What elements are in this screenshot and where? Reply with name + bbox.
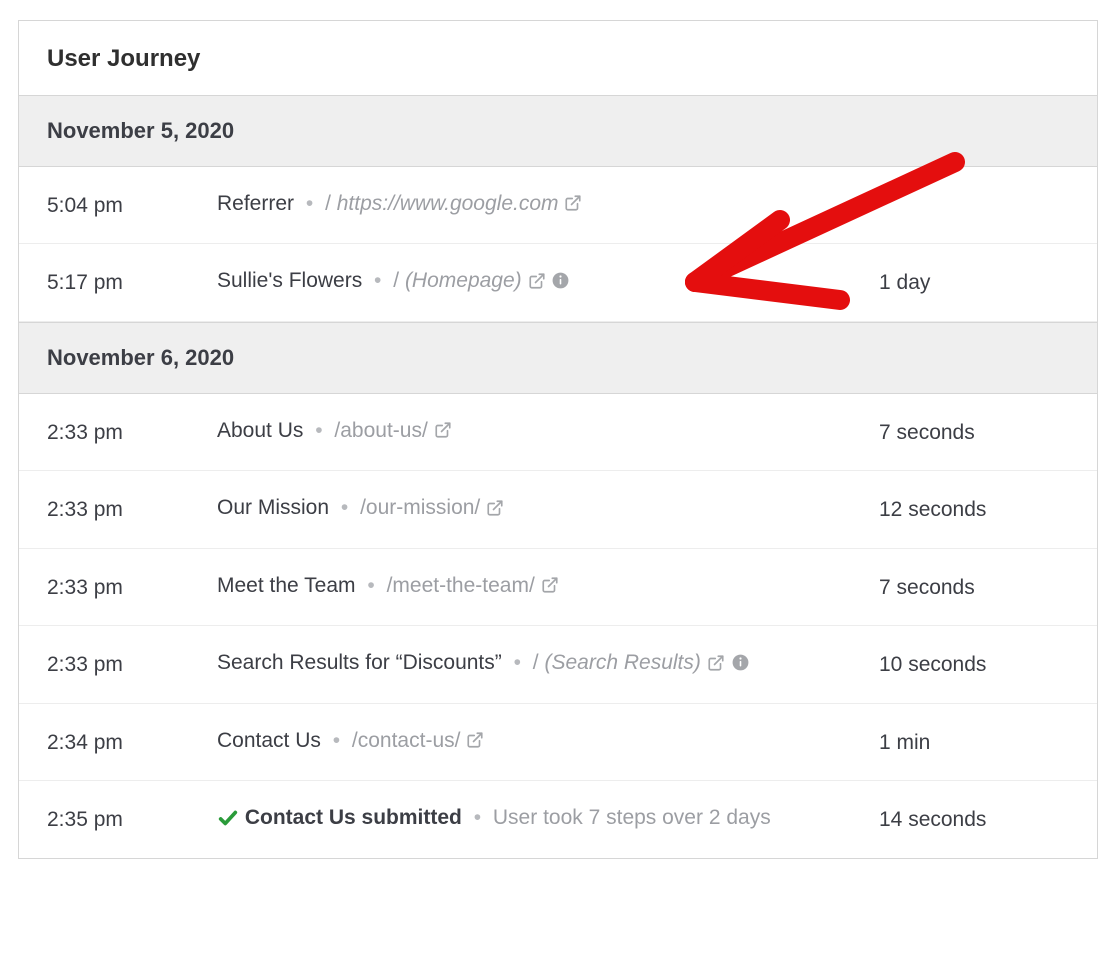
row-main: Contact Us • /contact-us/ [217, 726, 879, 756]
row-duration: 14 seconds [879, 803, 1069, 835]
row-extra: User took 7 steps over 2 days [493, 806, 771, 829]
external-link-icon[interactable] [486, 499, 504, 517]
journey-row: 5:04 pmReferrer • / https://www.google.c… [19, 167, 1097, 244]
external-link-icon[interactable] [528, 272, 546, 290]
row-time: 2:33 pm [47, 571, 217, 603]
row-time: 2:33 pm [47, 493, 217, 525]
journey-row: 2:33 pmMeet the Team • /meet-the-team/ 7… [19, 549, 1097, 626]
journey-row: 2:33 pmOur Mission • /our-mission/ 12 se… [19, 471, 1097, 548]
row-main: Meet the Team • /meet-the-team/ [217, 571, 879, 601]
page-title: About Us [217, 419, 303, 442]
separator-dot: • [362, 269, 393, 292]
path-slash: / [533, 651, 539, 674]
row-path: (Homepage) [405, 269, 522, 292]
separator-dot: • [502, 651, 533, 674]
date-header: November 5, 2020 [19, 95, 1097, 167]
row-path: https://www.google.com [337, 192, 559, 215]
row-main: Referrer • / https://www.google.com [217, 189, 879, 219]
journey-row: 2:34 pmContact Us • /contact-us/ 1 min [19, 704, 1097, 781]
row-duration: 12 seconds [879, 493, 1069, 525]
separator-dot: • [294, 192, 325, 215]
journey-row: 5:17 pmSullie's Flowers • / (Homepage) 1… [19, 244, 1097, 321]
info-icon[interactable] [731, 653, 750, 672]
journey-row: 2:35 pm Contact Us submitted • User took… [19, 781, 1097, 857]
submitted-title: Contact Us submitted [245, 806, 462, 829]
row-duration: 7 seconds [879, 416, 1069, 448]
row-main: Search Results for “Discounts” • / (Sear… [217, 648, 879, 678]
page-title: Referrer [217, 192, 294, 215]
row-duration: 1 min [879, 726, 1069, 758]
row-duration: 7 seconds [879, 571, 1069, 603]
external-link-icon[interactable] [564, 194, 582, 212]
row-path: /our-mission/ [360, 496, 480, 519]
row-main: Our Mission • /our-mission/ [217, 493, 879, 523]
page-title: Meet the Team [217, 574, 356, 597]
path-slash: / [325, 192, 331, 215]
external-link-icon[interactable] [434, 421, 452, 439]
row-time: 5:04 pm [47, 189, 217, 221]
separator-dot: • [329, 496, 360, 519]
row-time: 5:17 pm [47, 266, 217, 298]
row-path: /meet-the-team/ [387, 574, 535, 597]
separator-dot: • [321, 729, 352, 752]
row-main: About Us • /about-us/ [217, 416, 879, 446]
separator-dot: • [303, 419, 334, 442]
row-time: 2:33 pm [47, 648, 217, 680]
user-journey-panel: User Journey November 5, 20205:04 pmRefe… [18, 20, 1098, 859]
row-duration [879, 189, 1069, 191]
journey-row: 2:33 pmAbout Us • /about-us/ 7 seconds [19, 394, 1097, 471]
row-duration: 10 seconds [879, 648, 1069, 680]
panel-title: User Journey [19, 21, 1097, 95]
date-header: November 6, 2020 [19, 322, 1097, 394]
row-time: 2:33 pm [47, 416, 217, 448]
journey-row: 2:33 pmSearch Results for “Discounts” • … [19, 626, 1097, 703]
row-path: (Search Results) [544, 651, 700, 674]
external-link-icon[interactable] [466, 731, 484, 749]
check-icon [217, 807, 239, 829]
separator-dot: • [462, 806, 493, 829]
row-path: /contact-us/ [352, 729, 461, 752]
row-main: Contact Us submitted • User took 7 steps… [217, 803, 879, 833]
row-path: /about-us/ [334, 419, 427, 442]
row-time: 2:34 pm [47, 726, 217, 758]
page-title: Search Results for “Discounts” [217, 651, 502, 674]
row-time: 2:35 pm [47, 803, 217, 835]
page-title: Contact Us [217, 729, 321, 752]
row-main: Sullie's Flowers • / (Homepage) [217, 266, 879, 296]
separator-dot: • [356, 574, 387, 597]
external-link-icon[interactable] [707, 654, 725, 672]
page-title: Sullie's Flowers [217, 269, 362, 292]
row-duration: 1 day [879, 266, 1069, 298]
external-link-icon[interactable] [541, 576, 559, 594]
path-slash: / [393, 269, 399, 292]
page-title: Our Mission [217, 496, 329, 519]
info-icon[interactable] [551, 271, 570, 290]
